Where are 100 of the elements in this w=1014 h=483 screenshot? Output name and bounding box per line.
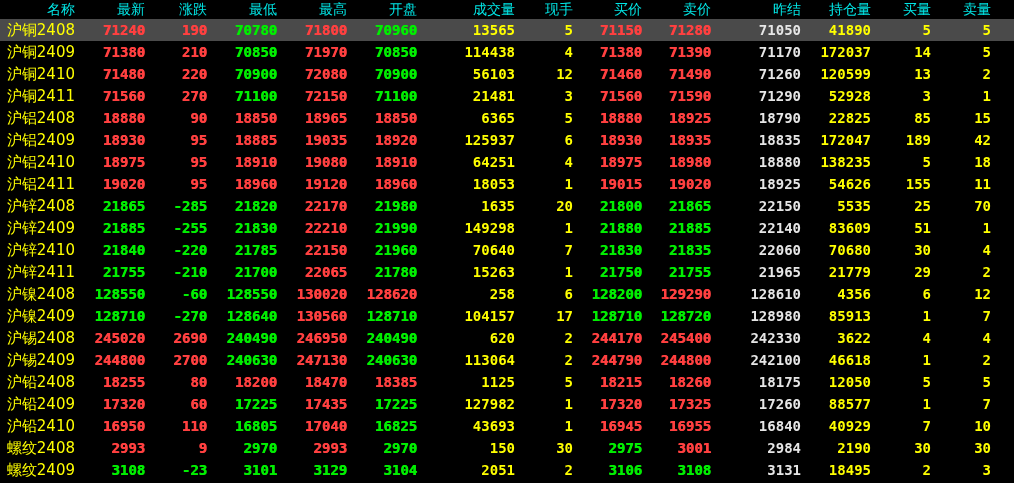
table-cell: 29	[914, 264, 931, 280]
table-cell: 22140	[758, 220, 801, 236]
table-cell: 17320	[599, 396, 642, 412]
table-cell: 19015	[599, 176, 642, 192]
table-cell: 18910	[234, 154, 277, 170]
table-cell: 21835	[668, 242, 711, 258]
column-header[interactable]: 开盘	[347, 0, 417, 19]
table-cell: 240490	[226, 330, 277, 346]
contract-name: 螺纹2408	[5, 437, 75, 459]
table-cell: 130020	[296, 286, 347, 302]
table-cell: 17040	[304, 418, 347, 434]
table-cell: 244800	[94, 352, 145, 368]
table-cell: 4	[982, 330, 991, 346]
table-cell: 21840	[102, 242, 145, 258]
selected-row-highlight[interactable]: 沪铜2408 71240 190 70780 71800 70960 13565 5 71150 71280 71050 41890 5 5	[0, 19, 1014, 41]
contract-name: 沪铜2409	[5, 41, 75, 63]
table-cell: 16950	[102, 418, 145, 434]
table-cell: 41890	[828, 22, 871, 38]
table-cell: 1	[564, 264, 573, 280]
table-cell: 22065	[304, 264, 347, 280]
table-cell: 20	[556, 198, 573, 214]
column-header[interactable]: 买价	[573, 0, 642, 19]
table-cell: 155	[905, 176, 931, 192]
table-cell: 1635	[481, 198, 515, 214]
column-header[interactable]: 持仓量	[801, 0, 871, 19]
table-cell: 3129	[313, 462, 347, 478]
contract-name: 沪锡2409	[5, 349, 75, 371]
table-cell: 245400	[660, 330, 711, 346]
column-header[interactable]: 昨结	[711, 0, 801, 19]
table-cell: 21481	[472, 88, 515, 104]
table-cell: 17325	[668, 396, 711, 412]
table-cell: 5	[564, 110, 573, 126]
column-header[interactable]: 现手	[515, 0, 573, 19]
table-cell: 5	[982, 22, 991, 38]
table-cell: 16945	[599, 418, 642, 434]
table-cell: 129290	[660, 286, 711, 302]
table-cell: 244800	[660, 352, 711, 368]
table-cell: 70850	[234, 44, 277, 60]
table-cell: 3	[922, 88, 931, 104]
table-cell: 11	[974, 176, 991, 192]
table-cell: 21990	[374, 220, 417, 236]
table-cell: 5	[922, 374, 931, 390]
column-header[interactable]: 涨跌	[145, 0, 207, 19]
table-cell: 3108	[111, 462, 145, 478]
table-cell: 7	[982, 396, 991, 412]
table-cell: 190	[181, 22, 207, 38]
table-cell: 240630	[226, 352, 277, 368]
column-header[interactable]: 最高	[277, 0, 347, 19]
column-header[interactable]: 最新	[75, 0, 145, 19]
column-header[interactable]: 卖量	[931, 0, 991, 19]
table-cell: 2700	[173, 352, 207, 368]
table-cell: 70680	[828, 242, 871, 258]
table-cell: 18960	[234, 176, 277, 192]
table-cell: 18255	[102, 374, 145, 390]
table-cell: 18965	[304, 110, 347, 126]
table-cell: 128610	[750, 286, 801, 302]
table-cell: 5	[922, 154, 931, 170]
table-cell: 16805	[234, 418, 277, 434]
table-cell: 18930	[599, 132, 642, 148]
contract-name: 沪锌2411	[5, 261, 75, 283]
table-cell: 71290	[758, 88, 801, 104]
table-cell: 7	[564, 242, 573, 258]
table-cell: 22060	[758, 242, 801, 258]
table-cell: 3108	[677, 462, 711, 478]
table-cell: 128720	[660, 308, 711, 324]
table-cell: 120599	[820, 66, 871, 82]
table-cell: 5	[564, 22, 573, 38]
table-cell: 25	[914, 198, 931, 214]
table-cell: 5	[982, 44, 991, 60]
table-cell: 128550	[226, 286, 277, 302]
table-cell: 15263	[472, 264, 515, 280]
table-cell: 70960	[374, 22, 417, 38]
table-cell: 4	[564, 154, 573, 170]
table-cell: 5	[564, 374, 573, 390]
column-header[interactable]: 名称	[0, 0, 75, 19]
table-cell: 242100	[750, 352, 801, 368]
table-cell: 21980	[374, 198, 417, 214]
table-cell: 240630	[366, 352, 417, 368]
table-cell: 138235	[820, 154, 871, 170]
table-cell: 21965	[758, 264, 801, 280]
table-cell: -23	[181, 462, 207, 478]
column-header[interactable]: 最低	[207, 0, 277, 19]
column-header[interactable]: 成交量	[417, 0, 515, 19]
column-header[interactable]: 买量	[871, 0, 931, 19]
table-cell: 18880	[102, 110, 145, 126]
table-cell: 19035	[304, 132, 347, 148]
table-cell: 14	[914, 44, 931, 60]
table-cell: 6	[564, 132, 573, 148]
table-cell: 18790	[758, 110, 801, 126]
table-cell: 113064	[464, 352, 515, 368]
table-cell: 17260	[758, 396, 801, 412]
table-cell: 18835	[758, 132, 801, 148]
table-cell: 245020	[94, 330, 145, 346]
table-cell: 3	[564, 88, 573, 104]
table-cell: 1	[564, 176, 573, 192]
table-cell: 1	[564, 418, 573, 434]
table-cell: 2970	[243, 440, 277, 456]
table-cell: 242330	[750, 330, 801, 346]
column-header[interactable]: 卖价	[642, 0, 711, 19]
table-cell: 56103	[472, 66, 515, 82]
